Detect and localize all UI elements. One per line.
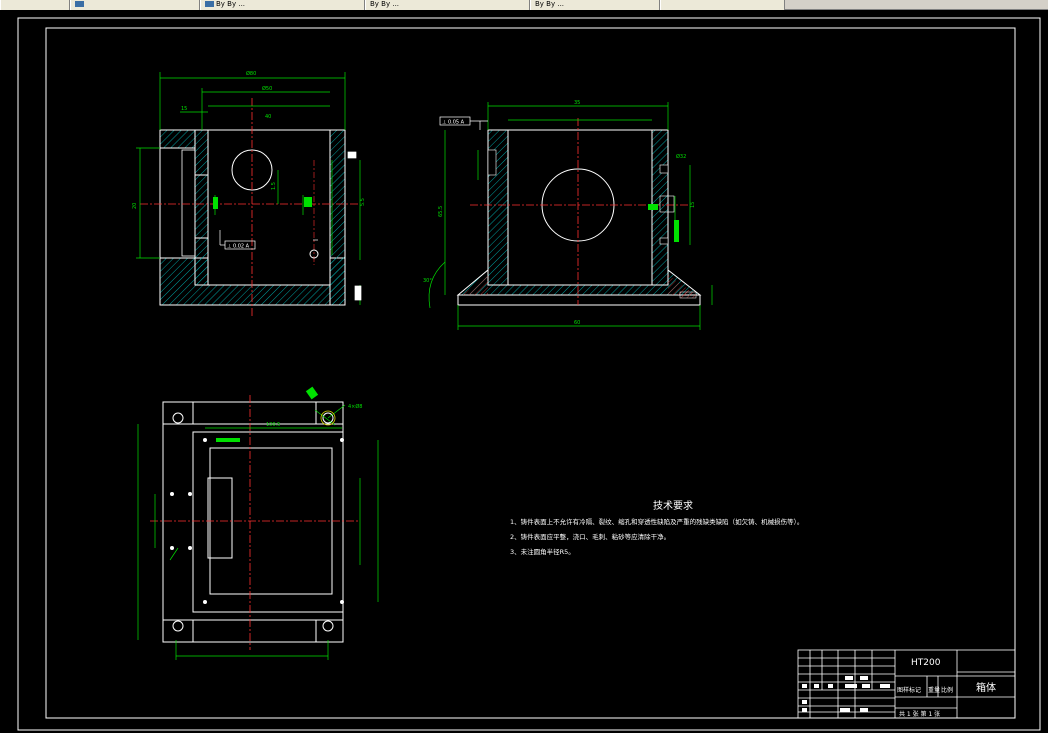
tech-requirement-line: 1、铸件表面上不允许有冷隔、裂纹、缩孔和穿透性缺陷及严重的残缺类缺陷（如欠铸、机… (510, 518, 804, 526)
cad-drawing: Ø80 Ø50 15 40 20 5.5 1.5 ⊥ 0.02 A 35 65.… (17, 17, 1041, 731)
tolerance-frame: ⊥ 0.02 A (227, 244, 250, 250)
outer-frame (17, 17, 1041, 731)
tech-requirements-title: 技术要求 (653, 501, 693, 512)
plan-view: 100.5 4×Ø8 (137, 386, 379, 660)
dim-label: Ø80 (246, 70, 256, 77)
dim-label: Ø32 (676, 153, 686, 160)
dim-label: 5.5 (360, 198, 366, 206)
app-icon (205, 1, 214, 7)
dim-label: 1.5 (271, 182, 277, 190)
tolerance-frame: ⊥ 0.05 A (442, 120, 465, 126)
dim-label: 65.5 (438, 206, 444, 217)
tech-requirement-line: 2、铸件表面应平整，浇口、毛刺、粘砂等应清除干净。 (510, 533, 671, 541)
app-icon (75, 1, 84, 7)
section-view-left: Ø80 Ø50 15 40 20 5.5 1.5 ⊥ 0.02 A (132, 70, 366, 318)
taskbar-tab[interactable]: By By ... (530, 0, 660, 10)
taskbar-tab[interactable] (0, 0, 70, 10)
taskbar-tab[interactable]: By By ... (365, 0, 530, 10)
dim-label: 100.5 (266, 422, 280, 428)
taskbar-tab[interactable] (660, 0, 785, 10)
front-view: 35 65.5 60 Ø32 15 30° ⊥ 0.05 A (423, 100, 713, 330)
weight-label: 重量 (928, 687, 941, 694)
dim-label: 4×Ø8 (348, 403, 363, 410)
material-label: HT200 (911, 658, 941, 668)
scale-label: 图样标记 (897, 687, 922, 694)
dim-label: 35 (574, 100, 580, 106)
cad-drawing-canvas[interactable]: Ø80 Ø50 15 40 20 5.5 1.5 ⊥ 0.02 A 35 65.… (0, 10, 1048, 733)
dim-label: Ø50 (262, 85, 272, 92)
dim-label: 15 (690, 202, 696, 208)
dim-label: 20 (132, 203, 138, 209)
sheet-count: 共 1 张 第 1 张 (899, 711, 941, 718)
dim-label: 15 (181, 106, 187, 112)
tech-requirement-line: 3、未注圆角半径R5。 (510, 548, 575, 556)
taskbar-tab[interactable] (70, 0, 200, 10)
taskbar: By By ... By By ... By By ... (0, 0, 1048, 10)
dim-label: 30° (423, 278, 432, 284)
dim-label: 60 (574, 320, 580, 326)
dim-label: 40 (265, 114, 271, 120)
ratio-label: 比例 (941, 687, 954, 694)
taskbar-tab[interactable]: By By ... (200, 0, 365, 10)
part-name: 箱体 (976, 683, 996, 694)
